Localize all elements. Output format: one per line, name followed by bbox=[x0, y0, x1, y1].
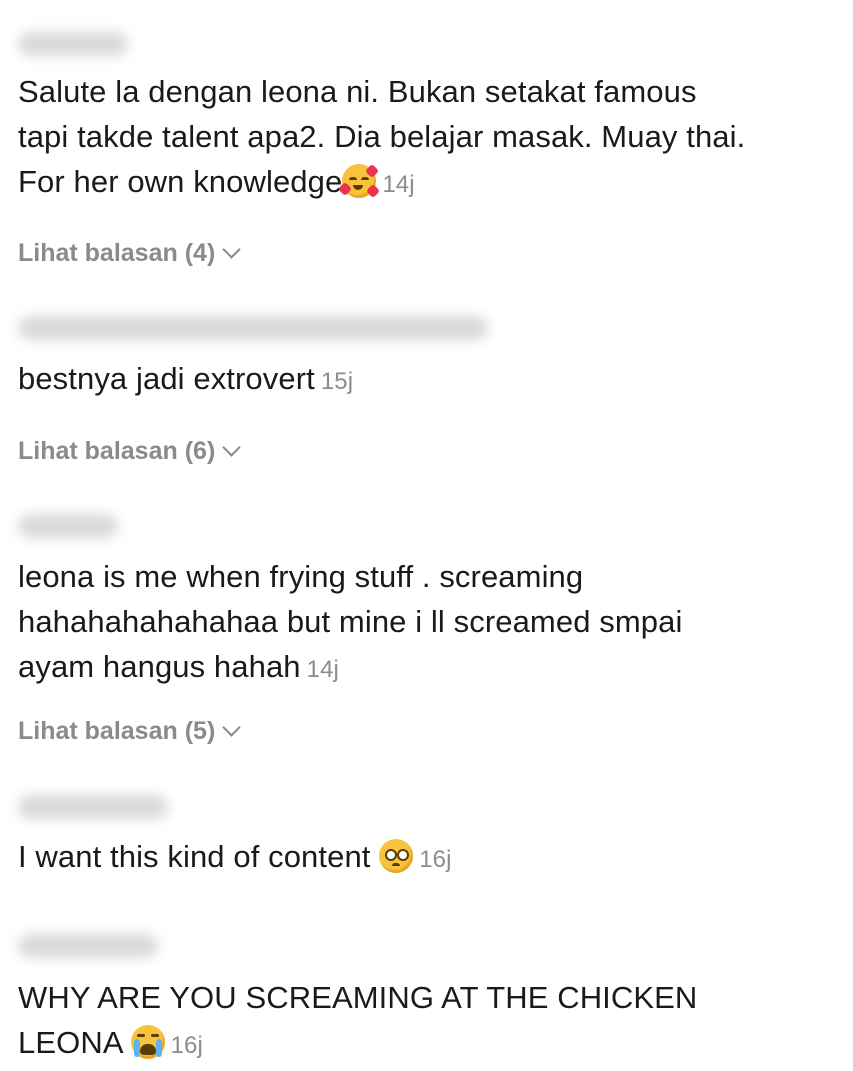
comment-line-last: I want this kind of content 16j bbox=[18, 834, 838, 882]
pleading-face-icon bbox=[379, 839, 414, 873]
comment-timestamp: 14j bbox=[382, 171, 415, 198]
comment-text: leona is me when frying stuff . screamin… bbox=[18, 554, 838, 692]
comment-timestamp: 14j bbox=[306, 656, 339, 683]
comment-line: LEONA bbox=[18, 1025, 131, 1060]
view-replies-label: Lihat balasan (5) bbox=[18, 717, 216, 745]
comment-line: leona is me when frying stuff . screamin… bbox=[18, 559, 584, 594]
comment-line-last: ayam hangus hahah 14j bbox=[18, 644, 838, 692]
comment-text: WHY ARE YOU SCREAMING AT THE CHICKEN LEO… bbox=[18, 975, 838, 1068]
comment-text: Salute la dengan leona ni. Bukan setakat… bbox=[18, 69, 838, 207]
comment-timestamp: 15j bbox=[320, 368, 354, 395]
chevron-down-icon bbox=[222, 438, 241, 457]
comment-line: WHY ARE YOU SCREAMING AT THE CHICKEN bbox=[18, 980, 698, 1015]
view-replies-button[interactable]: Lihat balasan (4) bbox=[18, 238, 241, 268]
username-blurred[interactable] bbox=[18, 32, 128, 56]
comment-timestamp: 16j bbox=[170, 1032, 203, 1059]
view-replies-label: Lihat balasan (6) bbox=[18, 437, 216, 465]
comment-line: ayam hangus hahah bbox=[18, 649, 301, 684]
comment-text: I want this kind of content 16j bbox=[18, 834, 838, 882]
comment-line: bestnya jadi extrovert bbox=[18, 361, 315, 396]
chevron-down-icon bbox=[222, 240, 241, 259]
comment-line: hahahahahahahaa but mine i ll screamed s… bbox=[18, 604, 683, 639]
comment-line-last: LEONA 16j bbox=[18, 1020, 838, 1068]
username-blurred[interactable] bbox=[18, 514, 118, 538]
chevron-down-icon bbox=[222, 718, 241, 737]
comment-line: tapi takde talent apa2. Dia belajar masa… bbox=[18, 119, 746, 154]
view-replies-label: Lihat balasan (4) bbox=[18, 239, 216, 267]
view-replies-button[interactable]: Lihat balasan (5) bbox=[18, 716, 241, 746]
comment-line: I want this kind of content bbox=[18, 839, 380, 874]
comment-line-last: For her own knowledge 14j bbox=[18, 159, 838, 207]
comment-timestamp: 16j bbox=[419, 846, 452, 873]
loudly-crying-face-icon bbox=[130, 1025, 165, 1059]
comment-line-last: bestnya jadi extrovert 15j bbox=[18, 356, 838, 404]
comment-line: For her own knowledge bbox=[18, 164, 343, 199]
username-blurred[interactable] bbox=[18, 934, 158, 958]
comment-line: Salute la dengan leona ni. Bukan setakat… bbox=[18, 74, 697, 109]
comment-text: bestnya jadi extrovert 15j bbox=[18, 356, 838, 404]
view-replies-button[interactable]: Lihat balasan (6) bbox=[18, 436, 241, 466]
username-blurred[interactable] bbox=[18, 316, 488, 340]
smiling-face-with-hearts-icon bbox=[338, 163, 381, 199]
username-blurred[interactable] bbox=[18, 795, 168, 819]
